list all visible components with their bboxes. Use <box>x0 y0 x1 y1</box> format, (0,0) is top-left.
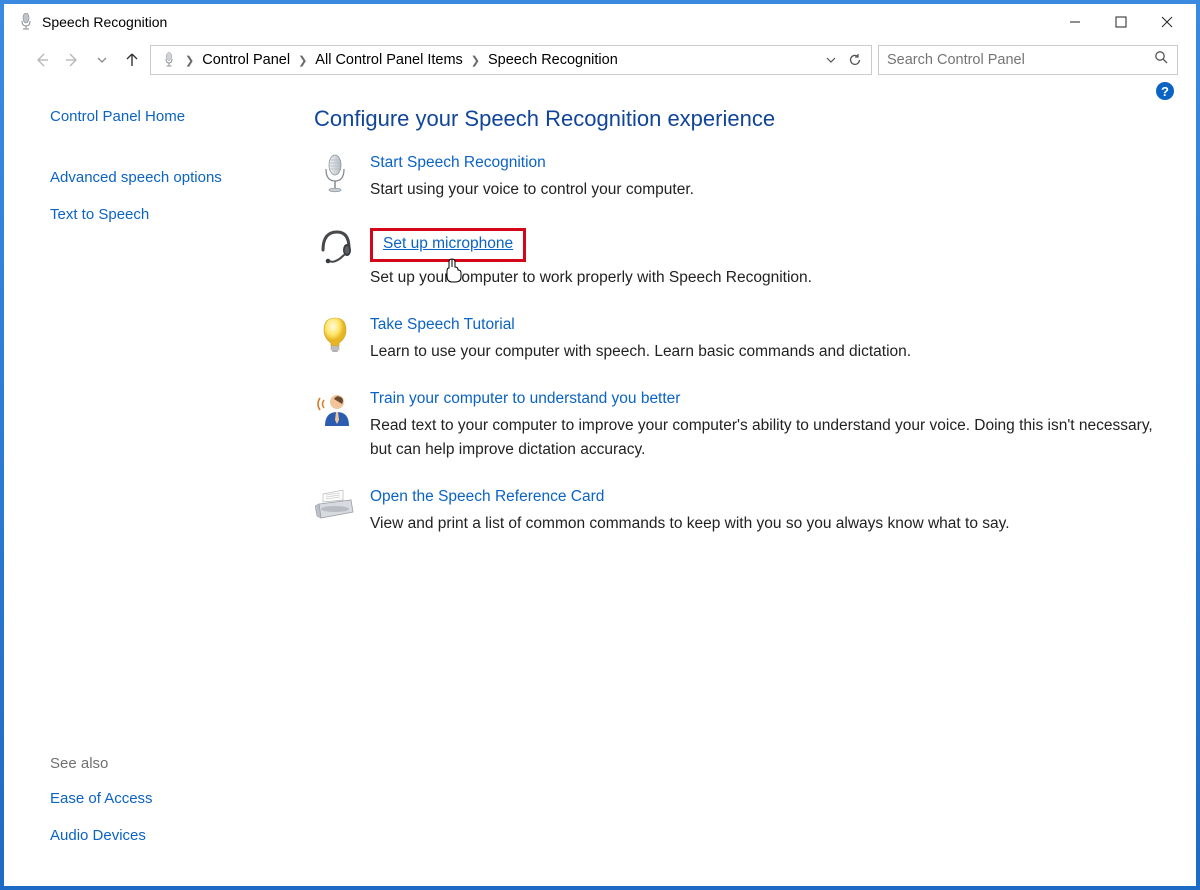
minimize-button[interactable] <box>1052 6 1098 38</box>
task-link-tutorial[interactable]: Take Speech Tutorial <box>370 316 515 334</box>
page-title: Configure your Speech Recognition experi… <box>314 106 1156 132</box>
printer-icon <box>314 488 356 530</box>
titlebar: Speech Recognition <box>4 4 1196 40</box>
lightbulb-icon <box>314 316 356 358</box>
task-item: Take Speech Tutorial Learn to use your c… <box>314 316 1156 364</box>
maximize-button[interactable] <box>1098 6 1144 38</box>
search-box[interactable] <box>878 45 1178 75</box>
task-desc: Start using your voice to control your c… <box>370 178 1156 202</box>
breadcrumb-item[interactable]: Speech Recognition <box>482 52 624 68</box>
address-bar[interactable]: ❯ Control Panel ❯ All Control Panel Item… <box>150 45 872 75</box>
sidebar-link[interactable]: Text to Speech <box>50 206 304 223</box>
task-link-train[interactable]: Train your computer to understand you be… <box>370 390 680 408</box>
help-icon[interactable]: ? <box>1156 82 1174 100</box>
sidebar-see-also-link[interactable]: Audio Devices <box>50 827 304 844</box>
task-link-reference-card[interactable]: Open the Speech Reference Card <box>370 488 604 506</box>
window: Speech Recognition ❯ Control Panel ❯ All… <box>4 4 1196 886</box>
task-link-setup-microphone[interactable]: Set up microphone <box>383 235 513 253</box>
sidebar-see-also-link[interactable]: Ease of Access <box>50 790 304 807</box>
sidebar-home-link[interactable]: Control Panel Home <box>50 108 304 125</box>
forward-button[interactable] <box>60 48 84 72</box>
headset-icon <box>314 228 356 270</box>
toolbar: ❯ Control Panel ❯ All Control Panel Item… <box>4 40 1196 80</box>
task-item: Open the Speech Reference Card View and … <box>314 488 1156 536</box>
window-title: Speech Recognition <box>42 14 167 30</box>
task-item: Start Speech Recognition Start using you… <box>314 154 1156 202</box>
close-button[interactable] <box>1144 6 1190 38</box>
see-also-label: See also <box>50 755 304 772</box>
app-icon <box>16 12 36 32</box>
person-speaking-icon <box>314 390 356 432</box>
location-icon <box>159 50 179 70</box>
sidebar: Control Panel Home Advanced speech optio… <box>4 102 304 886</box>
help-row: ? <box>4 80 1196 102</box>
task-desc: View and print a list of common commands… <box>370 512 1156 536</box>
back-button[interactable] <box>30 48 54 72</box>
task-item: Train your computer to understand you be… <box>314 390 1156 462</box>
breadcrumb-item[interactable]: Control Panel <box>196 52 296 68</box>
address-dropdown-button[interactable] <box>819 48 843 72</box>
task-link-start-speech[interactable]: Start Speech Recognition <box>370 154 546 172</box>
highlighted-region: Set up microphone <box>370 228 526 262</box>
breadcrumb-item[interactable]: All Control Panel Items <box>309 52 468 68</box>
chevron-right-icon[interactable]: ❯ <box>469 54 482 67</box>
chevron-right-icon[interactable]: ❯ <box>296 54 309 67</box>
up-button[interactable] <box>120 48 144 72</box>
sidebar-link[interactable]: Advanced speech options <box>50 169 304 186</box>
task-desc: Learn to use your computer with speech. … <box>370 340 1156 364</box>
refresh-button[interactable] <box>843 48 867 72</box>
chevron-right-icon[interactable]: ❯ <box>183 54 196 67</box>
task-desc: Set up your computer to work properly wi… <box>370 266 1156 290</box>
task-item: Set up microphone Set up your computer t… <box>314 228 1156 290</box>
search-icon[interactable] <box>1154 50 1169 70</box>
search-input[interactable] <box>887 52 1154 68</box>
main-content: Configure your Speech Recognition experi… <box>304 102 1196 886</box>
microphone-icon <box>314 154 356 196</box>
body: Control Panel Home Advanced speech optio… <box>4 102 1196 886</box>
task-desc: Read text to your computer to improve yo… <box>370 414 1156 462</box>
recent-locations-button[interactable] <box>90 48 114 72</box>
